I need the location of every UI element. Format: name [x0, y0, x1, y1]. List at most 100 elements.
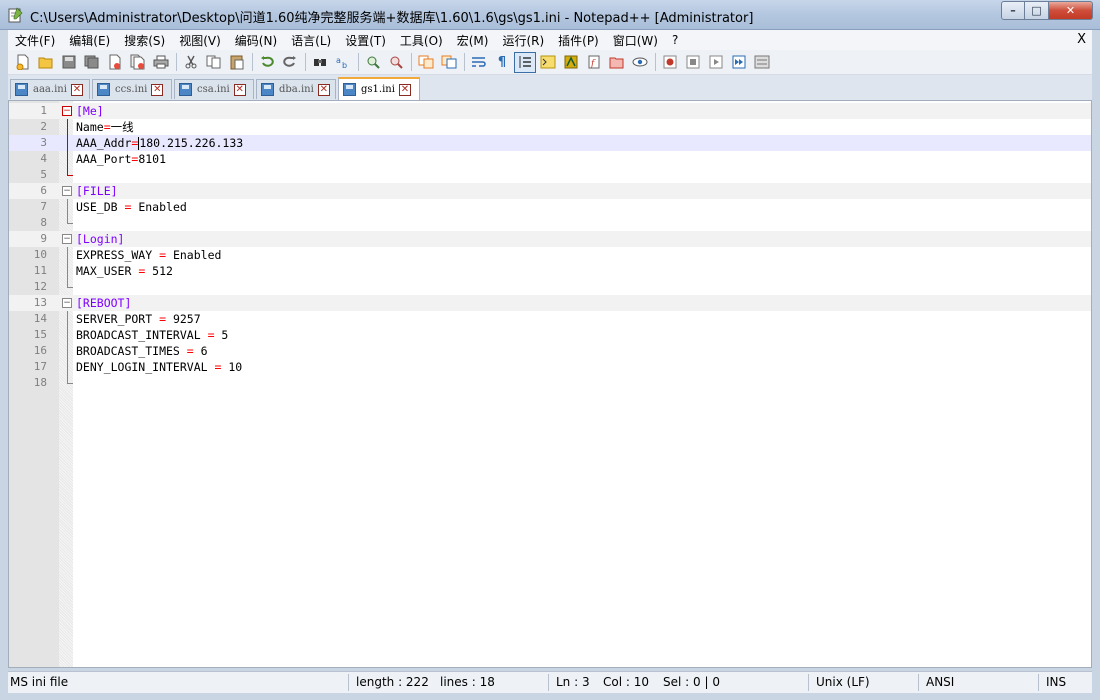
ini-operator: =: [159, 312, 167, 326]
status-separator: [808, 674, 809, 691]
status-bar: MS ini file length : 222 lines : 18 Ln :…: [8, 671, 1092, 693]
tab-close-icon[interactable]: ✕: [70, 83, 83, 96]
fold-collapse-icon[interactable]: −: [62, 234, 72, 244]
tab-ccs-ini[interactable]: ccs.ini ✕: [92, 79, 172, 99]
tab-dba-ini[interactable]: dba.ini ✕: [256, 79, 336, 99]
tab-gs1-ini[interactable]: gs1.ini ✕: [338, 77, 420, 100]
menu-language[interactable]: 语言(L): [284, 32, 338, 49]
line-number: 5: [40, 168, 47, 181]
fold-end-guide: [67, 279, 73, 288]
line-number: 17: [33, 360, 47, 373]
tab-csa-ini[interactable]: csa.ini ✕: [174, 79, 254, 99]
tab-close-icon[interactable]: ✕: [398, 83, 411, 96]
toolbar-separator: [176, 53, 177, 71]
menu-search[interactable]: 搜索(S): [117, 32, 172, 49]
close-window-button[interactable]: ✕: [1049, 1, 1093, 20]
save-all-icon[interactable]: [81, 52, 103, 73]
notepadpp-app-icon: [8, 7, 23, 23]
status-insert-mode[interactable]: INS: [1046, 675, 1066, 689]
undo-icon[interactable]: [256, 52, 278, 73]
status-eol-format[interactable]: Unix (LF): [816, 675, 870, 689]
close-icon[interactable]: [104, 52, 126, 73]
show-all-chars-icon[interactable]: ¶: [491, 52, 513, 73]
paste-icon[interactable]: [226, 52, 248, 73]
play-macro-icon[interactable]: [705, 52, 727, 73]
svg-text:b: b: [342, 61, 347, 69]
record-macro-icon[interactable]: [659, 52, 681, 73]
text-editor[interactable]: 1 − [Me] 2 Name=一线 3 AAA_Addr=180.215.22…: [8, 100, 1092, 668]
editor-line: 5: [9, 167, 1091, 183]
zoom-out-icon[interactable]: [385, 52, 407, 73]
tab-close-icon[interactable]: ✕: [233, 83, 246, 96]
indent-guide-icon[interactable]: [514, 51, 536, 73]
tab-aaa-ini[interactable]: aaa.ini ✕: [10, 79, 90, 99]
fold-collapse-icon[interactable]: −: [62, 106, 72, 116]
ini-value: 一线: [110, 120, 134, 134]
open-file-icon[interactable]: [35, 52, 57, 73]
sync-vertical-icon[interactable]: [415, 52, 437, 73]
save-macro-icon[interactable]: [751, 52, 773, 73]
menu-tools[interactable]: 工具(O): [393, 32, 450, 49]
status-separator: [1038, 674, 1039, 691]
toolbar-separator: [655, 53, 656, 71]
menu-bar: 文件(F) 编辑(E) 搜索(S) 视图(V) 编码(N) 语言(L) 设置(T…: [8, 30, 1092, 50]
close-document-button[interactable]: X: [1077, 32, 1086, 47]
fold-guide: [67, 311, 68, 327]
window-title: C:\Users\Administrator\Desktop\问道1.60纯净完…: [30, 11, 754, 26]
maximize-button[interactable]: □: [1025, 1, 1049, 20]
menu-plugins[interactable]: 插件(P): [551, 32, 606, 49]
toolbar-separator: [464, 53, 465, 71]
stop-macro-icon[interactable]: [682, 52, 704, 73]
saved-file-icon: [343, 83, 356, 96]
editor-line: 7 USE_DB = Enabled: [9, 199, 1091, 215]
editor-line: 15 BROADCAST_INTERVAL = 5: [9, 327, 1091, 343]
menu-window[interactable]: 窗口(W): [606, 32, 665, 49]
copy-icon[interactable]: [203, 52, 225, 73]
zoom-in-icon[interactable]: [362, 52, 384, 73]
find-icon[interactable]: [309, 52, 331, 73]
tab-label: gs1.ini: [361, 84, 395, 95]
udl-icon[interactable]: [537, 52, 559, 73]
menu-macro[interactable]: 宏(M): [450, 32, 496, 49]
new-file-icon[interactable]: [12, 52, 34, 73]
cut-icon[interactable]: [180, 52, 202, 73]
save-icon[interactable]: [58, 52, 80, 73]
status-length: length : 222: [356, 675, 429, 689]
redo-icon[interactable]: [279, 52, 301, 73]
status-encoding[interactable]: ANSI: [926, 675, 954, 689]
menu-help[interactable]: ?: [665, 33, 685, 47]
ini-value: 6: [193, 344, 208, 358]
menu-settings[interactable]: 设置(T): [338, 32, 393, 49]
fold-collapse-icon[interactable]: −: [62, 298, 72, 308]
menu-edit[interactable]: 编辑(E): [62, 32, 117, 49]
tab-label: dba.ini: [279, 84, 314, 95]
function-list-icon[interactable]: f: [583, 52, 605, 73]
minimize-button[interactable]: –: [1001, 1, 1025, 20]
menu-file[interactable]: 文件(F): [8, 32, 62, 49]
ini-key: Name: [76, 120, 104, 134]
status-separator: [348, 674, 349, 691]
tab-close-icon[interactable]: ✕: [151, 83, 164, 96]
folder-workspace-icon[interactable]: [606, 52, 628, 73]
close-all-icon[interactable]: [127, 52, 149, 73]
replace-icon[interactable]: ab: [332, 52, 354, 73]
fold-guide: [67, 263, 68, 279]
doc-map-icon[interactable]: [560, 52, 582, 73]
menu-run[interactable]: 运行(R): [495, 32, 551, 49]
editor-line: 14 SERVER_PORT = 9257: [9, 311, 1091, 327]
print-icon[interactable]: [150, 52, 172, 73]
menu-view[interactable]: 视图(V): [172, 32, 228, 49]
sync-horizontal-icon[interactable]: [438, 52, 460, 73]
fold-collapse-icon[interactable]: −: [62, 186, 72, 196]
ini-value: 8101: [138, 152, 167, 166]
tab-close-icon[interactable]: ✕: [317, 83, 330, 96]
ini-value: 180.215.226.133: [139, 136, 244, 150]
status-separator: [918, 674, 919, 691]
menu-encoding[interactable]: 编码(N): [228, 32, 284, 49]
line-number: 1: [40, 104, 47, 117]
word-wrap-icon[interactable]: [468, 52, 490, 73]
line-number: 8: [40, 216, 47, 229]
line-number: 4: [40, 152, 47, 165]
run-macro-multiple-icon[interactable]: [728, 52, 750, 73]
monitor-icon[interactable]: [629, 52, 651, 73]
